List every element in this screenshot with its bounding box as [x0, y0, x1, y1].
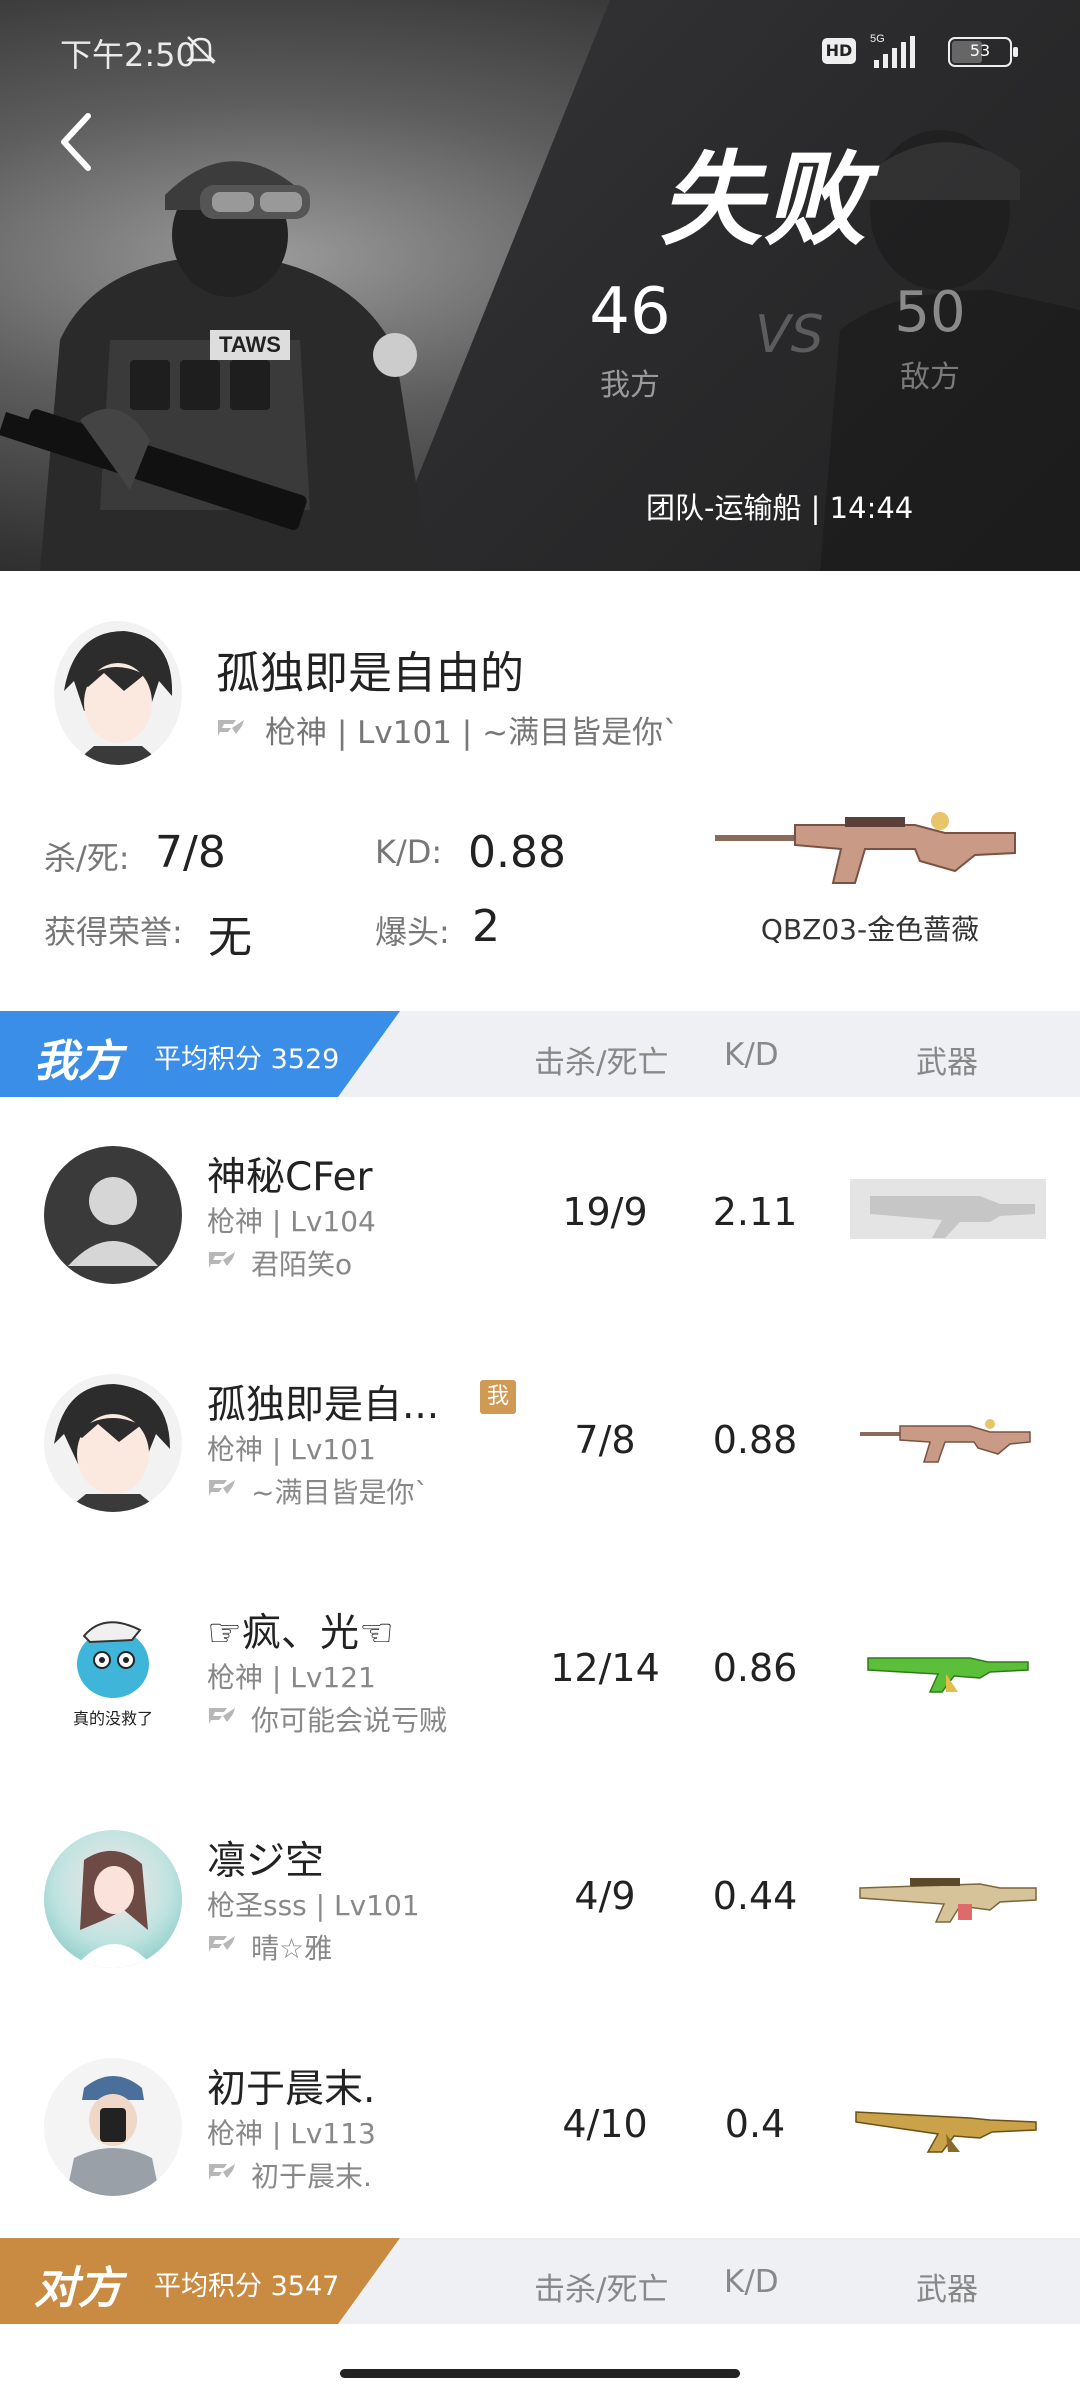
enemy-team-name: 对方 — [34, 2263, 122, 2314]
player-avatar[interactable] — [44, 1146, 182, 1284]
our-score-label: 我方 — [600, 368, 660, 403]
kills-deaths: 7/8 — [574, 1418, 636, 1462]
home-indicator[interactable] — [340, 2369, 740, 2378]
kd-value: 0.88 — [468, 827, 566, 878]
col-kd: K/D — [724, 2264, 779, 2300]
player-level: 枪圣sss | Lv101 — [207, 1889, 420, 1922]
cf-logo-icon — [209, 1252, 235, 1268]
player-avatar[interactable] — [44, 2058, 182, 2196]
col-weapon: 武器 — [916, 1045, 978, 1081]
our-team-avg-score: 平均积分 3529 — [154, 1044, 340, 1075]
player-avatar[interactable] — [44, 1830, 182, 1968]
their-score-label: 敌方 — [900, 360, 960, 395]
player-subtitle: 枪神 | Lv101 | ~满目皆是你` — [265, 715, 679, 751]
player-clan: 君陌笑o — [251, 1248, 353, 1281]
me-badge: 我 — [480, 1380, 516, 1414]
status-time: 下午2:50 — [60, 36, 196, 74]
player-name: 初于晨末. — [207, 2067, 376, 2112]
weapon-ak47-green-icon[interactable] — [850, 1630, 1046, 1700]
player-clan: 晴☆雅 — [251, 1932, 333, 1965]
weapon-rifle-gold-icon[interactable] — [850, 1858, 1046, 1928]
player-summary-card: 孤独即是自由的 枪神 | Lv101 | ~满目皆是你` 杀/死: 7/8 K/… — [0, 571, 1080, 1011]
player-name: 孤独即是自... — [207, 1383, 440, 1428]
match-result-title: 失败 — [660, 141, 868, 260]
vs-label: VS — [755, 305, 824, 365]
player-name: ☞疯、光☜ — [207, 1611, 394, 1656]
bell-muted-icon — [185, 36, 217, 64]
player-avatar[interactable] — [54, 621, 182, 765]
kills-deaths: 19/9 — [562, 1190, 648, 1234]
kd-ratio: 2.11 — [712, 1190, 798, 1234]
weapon-ak47-gold-icon[interactable] — [850, 2086, 1046, 2156]
weapon-ak47-icon[interactable] — [850, 1174, 1046, 1244]
enemy-team-header: 对方 平均积分 3547 击杀/死亡 K/D 武器 — [0, 2238, 1080, 2324]
kill-death-label: 杀/死: — [44, 839, 130, 877]
kills-deaths: 4/9 — [574, 1874, 636, 1918]
team-player-row[interactable]: 真的没救了 ☞疯、光☜ 枪神 | Lv121 你可能会说亏贼 12/14 0.8… — [0, 1554, 1080, 1782]
team-player-row[interactable]: 神秘CFer 枪神 | Lv104 君陌笑o 19/9 2.11 — [0, 1098, 1080, 1326]
weapon-name: QBZ03-金色蔷薇 — [760, 913, 980, 946]
honor-value: 无 — [208, 912, 252, 963]
cf-logo-icon — [209, 1480, 235, 1496]
status-bar: 下午2:50 HD 5G 53 — [0, 0, 1080, 100]
weapon-qbz03-icon[interactable] — [850, 1402, 1046, 1472]
player-name: 神秘CFer — [207, 1155, 373, 1200]
headshot-value: 2 — [472, 901, 500, 952]
team-player-row[interactable]: 初于晨末. 枪神 | Lv113 初于晨末. 4/10 0.4 — [0, 2010, 1080, 2238]
cf-logo-icon — [209, 2164, 235, 2180]
player-level: 枪神 | Lv104 — [207, 1205, 376, 1238]
our-score: 46 — [589, 275, 671, 349]
cf-logo-icon — [209, 1708, 235, 1724]
their-score: 50 — [894, 280, 966, 345]
team-player-row[interactable]: 孤独即是自... 我 枪神 | Lv101 ~满目皆是你` 7/8 0.88 — [0, 1326, 1080, 1554]
col-kills-deaths: 击杀/死亡 — [534, 1045, 669, 1081]
kd-ratio: 0.4 — [724, 2102, 786, 2146]
kills-deaths: 4/10 — [562, 2102, 648, 2146]
headshot-label: 爆头: — [375, 913, 450, 951]
col-weapon: 武器 — [916, 2272, 978, 2308]
cf-logo-icon — [209, 1936, 235, 1952]
kd-ratio: 0.86 — [712, 1646, 798, 1690]
kills-deaths: 12/14 — [550, 1646, 660, 1690]
player-level: 枪神 | Lv121 — [207, 1661, 376, 1694]
kd-label: K/D: — [375, 833, 443, 871]
back-arrow-icon[interactable] — [56, 110, 96, 174]
team-player-row[interactable]: 凛ジ空 枪圣sss | Lv101 晴☆雅 4/9 0.44 — [0, 1782, 1080, 2010]
enemy-team-avg-score: 平均积分 3547 — [154, 2271, 340, 2302]
player-clan: 初于晨末. — [251, 2160, 372, 2193]
hd-badge: HD — [822, 38, 856, 64]
soldier-badge-text: TAWS — [219, 332, 281, 357]
player-clan: ~满目皆是你` — [251, 1476, 429, 1509]
match-mode-info: 团队-运输船 | 14:44 — [646, 491, 914, 525]
player-clan: 你可能会说亏贼 — [251, 1704, 448, 1737]
our-team-name: 我方 — [34, 1036, 122, 1087]
kd-ratio: 0.88 — [712, 1418, 798, 1462]
player-name: 凛ジ空 — [207, 1839, 325, 1884]
player-avatar[interactable]: 真的没救了 — [44, 1602, 182, 1740]
player-level: 枪神 | Lv101 — [207, 1433, 376, 1466]
cf-logo-icon — [218, 720, 244, 736]
our-team-header: 我方 平均积分 3529 击杀/死亡 K/D 武器 — [0, 1011, 1080, 1097]
player-level: 枪神 | Lv113 — [207, 2117, 376, 2150]
player-avatar[interactable] — [44, 1374, 182, 1512]
signal-icon: 5G — [870, 33, 915, 68]
col-kd: K/D — [724, 1037, 779, 1073]
kill-death-value: 7/8 — [155, 827, 226, 878]
col-kills-deaths: 击杀/死亡 — [534, 2272, 669, 2308]
result-banner: TAWS 下午2:50 HD 5G 53 失败 46 我方 VS 50 敌方 团… — [0, 0, 1080, 571]
weapon-qbz03-icon[interactable] — [715, 803, 1025, 893]
honor-label: 获得荣誉: — [44, 913, 183, 951]
battery-level: 53 — [969, 41, 991, 60]
kd-ratio: 0.44 — [712, 1874, 798, 1918]
player-name: 孤独即是自由的 — [216, 648, 524, 699]
network-type: 5G — [870, 33, 885, 45]
avatar-caption: 真的没救了 — [73, 1709, 153, 1728]
